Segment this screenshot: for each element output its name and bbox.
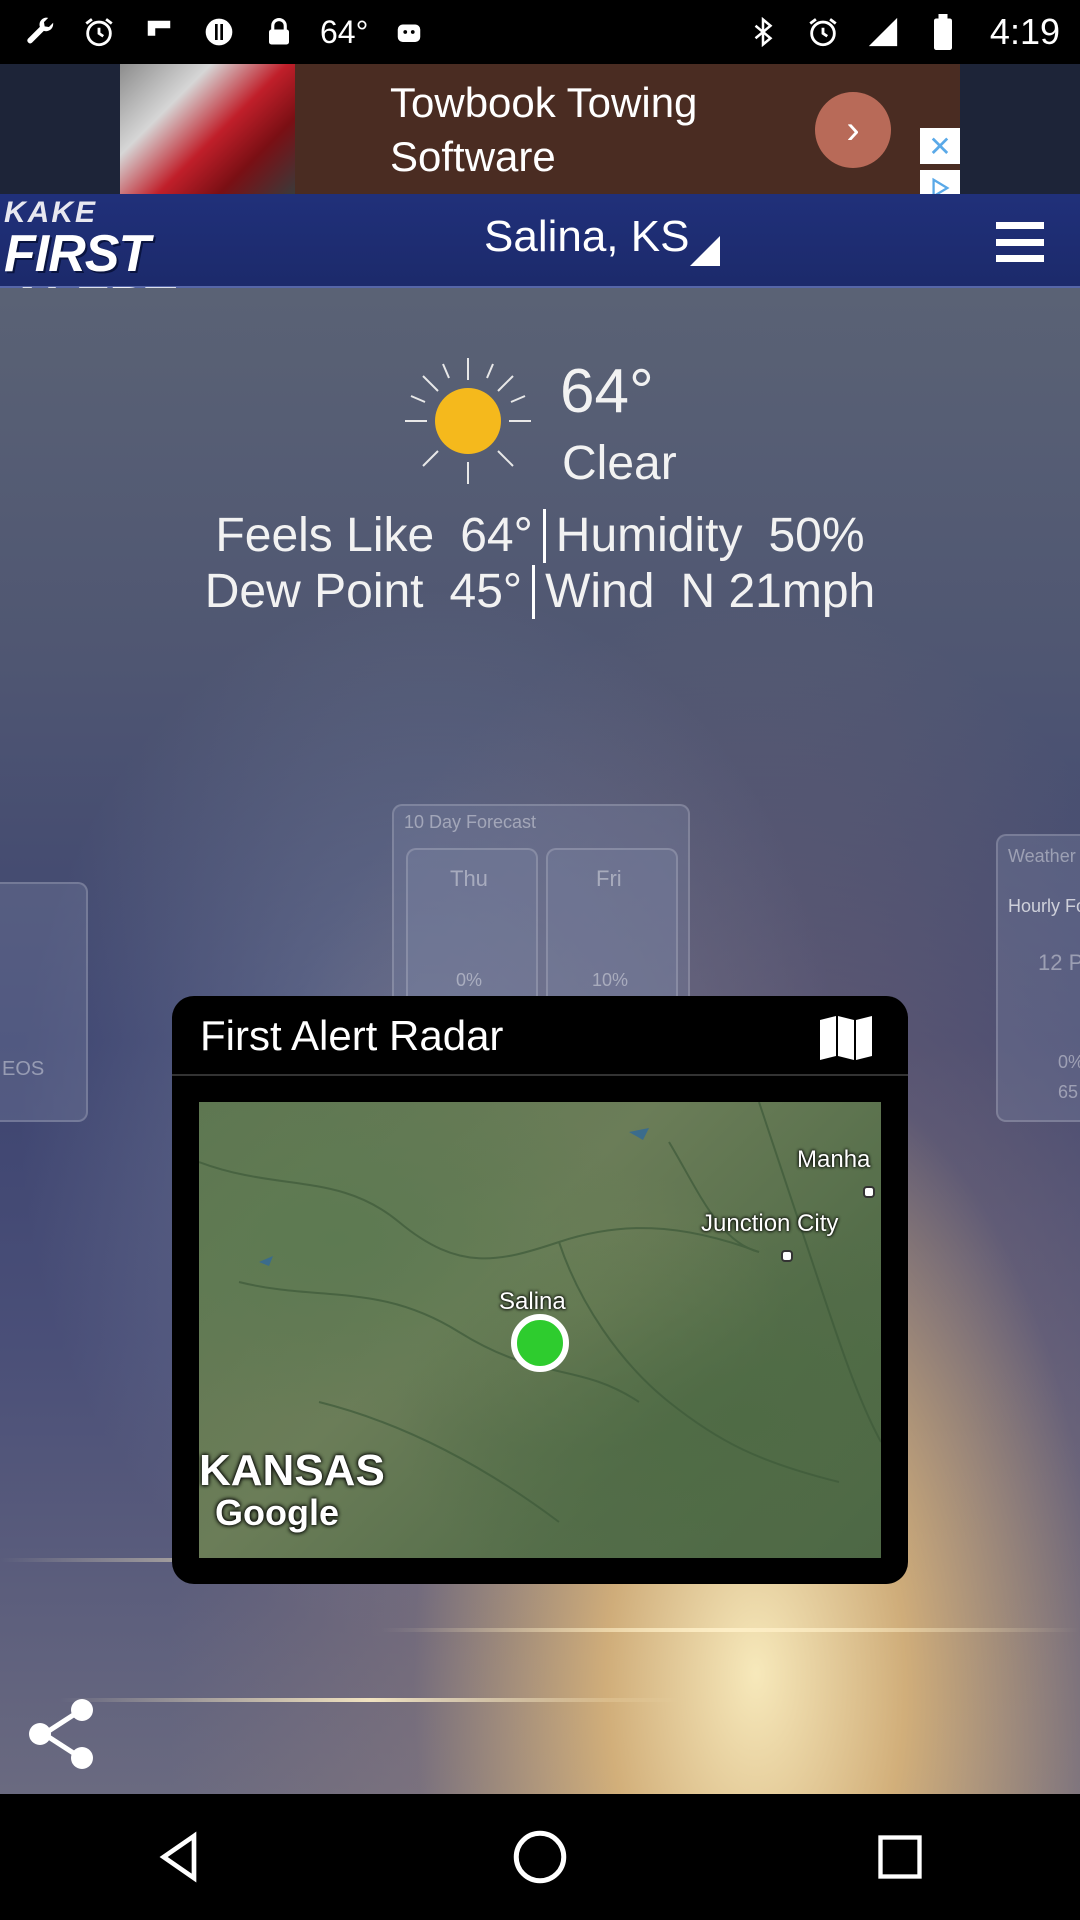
status-temperature: 64°	[320, 13, 369, 50]
weather-background: 10 Day Forecast Thu 0% Fri 10% EOS Weath…	[0, 288, 1080, 1794]
android-icon	[390, 13, 428, 51]
hourly-card-title: Weather	[1008, 846, 1076, 866]
ad-line-1: Towbook Towing	[390, 79, 698, 126]
alarm-icon	[80, 13, 118, 51]
dropdown-triangle-icon[interactable]	[690, 236, 720, 266]
map-attribution: Google	[215, 1492, 339, 1533]
dew-point-label: Dew Point	[204, 565, 424, 618]
hourly-card-value: 65	[1058, 1082, 1079, 1102]
ad-close-icon[interactable]: ✕	[920, 128, 960, 164]
bluetooth-icon	[744, 13, 782, 51]
humidity-value: 50%	[768, 509, 865, 562]
forecast-day-name: Thu	[450, 866, 488, 891]
dew-point-value: 45°	[449, 565, 523, 618]
map-label-salina: Salina	[499, 1288, 566, 1315]
first-alert-logo[interactable]: KAKE FIRST ALERT	[4, 196, 264, 333]
hourly-card-sub: Hourly Fo	[1008, 896, 1080, 916]
status-right: 4:19	[744, 11, 1060, 53]
hourly-card-time: 12 P	[1038, 950, 1080, 975]
wind-label: Wind	[545, 565, 655, 618]
radar-card[interactable]: First Alert Radar Manha Junction City Sa…	[172, 996, 908, 1584]
stats-divider	[542, 508, 546, 563]
lock-icon	[260, 13, 298, 51]
radar-title: First Alert Radar	[200, 1012, 504, 1059]
feels-like-label: Feels Like	[215, 509, 435, 562]
video-card-label: EOS	[2, 1058, 45, 1080]
map-city-dot	[863, 1186, 875, 1198]
ad-content[interactable]: Towbook Towing Software ›	[120, 64, 960, 194]
light-streak	[60, 1698, 680, 1702]
forecast-title: 10 Day Forecast	[404, 812, 537, 832]
feels-like-value: 64°	[460, 509, 533, 562]
map-city-dot	[781, 1250, 793, 1262]
map-icon[interactable]	[818, 1014, 874, 1062]
app-header: KAKE FIRST ALERT Salina, KS	[0, 194, 1080, 333]
system-nav-bar	[0, 1794, 1080, 1920]
wrench-icon	[20, 13, 58, 51]
map-label-junction-city: Junction City	[701, 1210, 839, 1237]
radar-map[interactable]: Manha Junction City Salina KANSAS Google	[199, 1102, 881, 1558]
recents-icon[interactable]	[850, 1807, 950, 1907]
stats-row-1: Feels Like 64° Humidity 50%	[0, 508, 1080, 563]
location-pin-icon	[511, 1314, 569, 1372]
hourly-card-background[interactable]: Weather Hourly Fo 12 P 0% 65	[996, 834, 1080, 1122]
map-label-state: KANSAS	[199, 1446, 385, 1495]
radar-divider	[172, 1074, 908, 1076]
current-condition: Clear	[562, 437, 677, 490]
alarm-icon	[804, 13, 842, 51]
current-temperature: 64°	[560, 357, 654, 426]
ad-arrow-button[interactable]: ›	[815, 92, 891, 168]
battery-icon	[924, 13, 962, 51]
signal-icon	[864, 13, 902, 51]
status-left: 64°	[20, 13, 428, 51]
wind-value: N 21mph	[680, 565, 876, 618]
back-icon[interactable]	[130, 1807, 230, 1907]
circle-icon	[200, 13, 238, 51]
sun-icon	[403, 356, 533, 486]
ad-text: Towbook Towing Software	[390, 76, 697, 184]
location-selector[interactable]: Salina, KS	[484, 212, 689, 262]
home-icon[interactable]	[490, 1807, 590, 1907]
forecast-day-precip: 0%	[456, 970, 483, 990]
flipboard-icon	[140, 13, 178, 51]
light-streak	[380, 1628, 1080, 1632]
forecast-day-precip: 10%	[592, 970, 629, 990]
map-label-manhattan: Manha	[797, 1146, 871, 1173]
clock: 4:19	[989, 11, 1060, 52]
share-icon[interactable]	[22, 1694, 102, 1774]
ad-line-2: Software	[390, 133, 556, 180]
video-card-background[interactable]: EOS	[0, 882, 88, 1122]
stats-row-2: Dew Point 45° Wind N 21mph	[0, 564, 1080, 619]
status-bar: 64° 4:19	[0, 0, 1080, 64]
ad-banner[interactable]: Towbook Towing Software › ✕	[0, 64, 1080, 206]
stats-divider	[532, 564, 536, 619]
forecast-day-name: Fri	[596, 866, 622, 891]
ad-image	[120, 64, 295, 194]
logo-station: KAKE	[4, 196, 98, 229]
humidity-label: Humidity	[555, 509, 743, 562]
hourly-card-precip: 0%	[1058, 1052, 1080, 1072]
hamburger-menu-icon[interactable]	[996, 222, 1044, 262]
